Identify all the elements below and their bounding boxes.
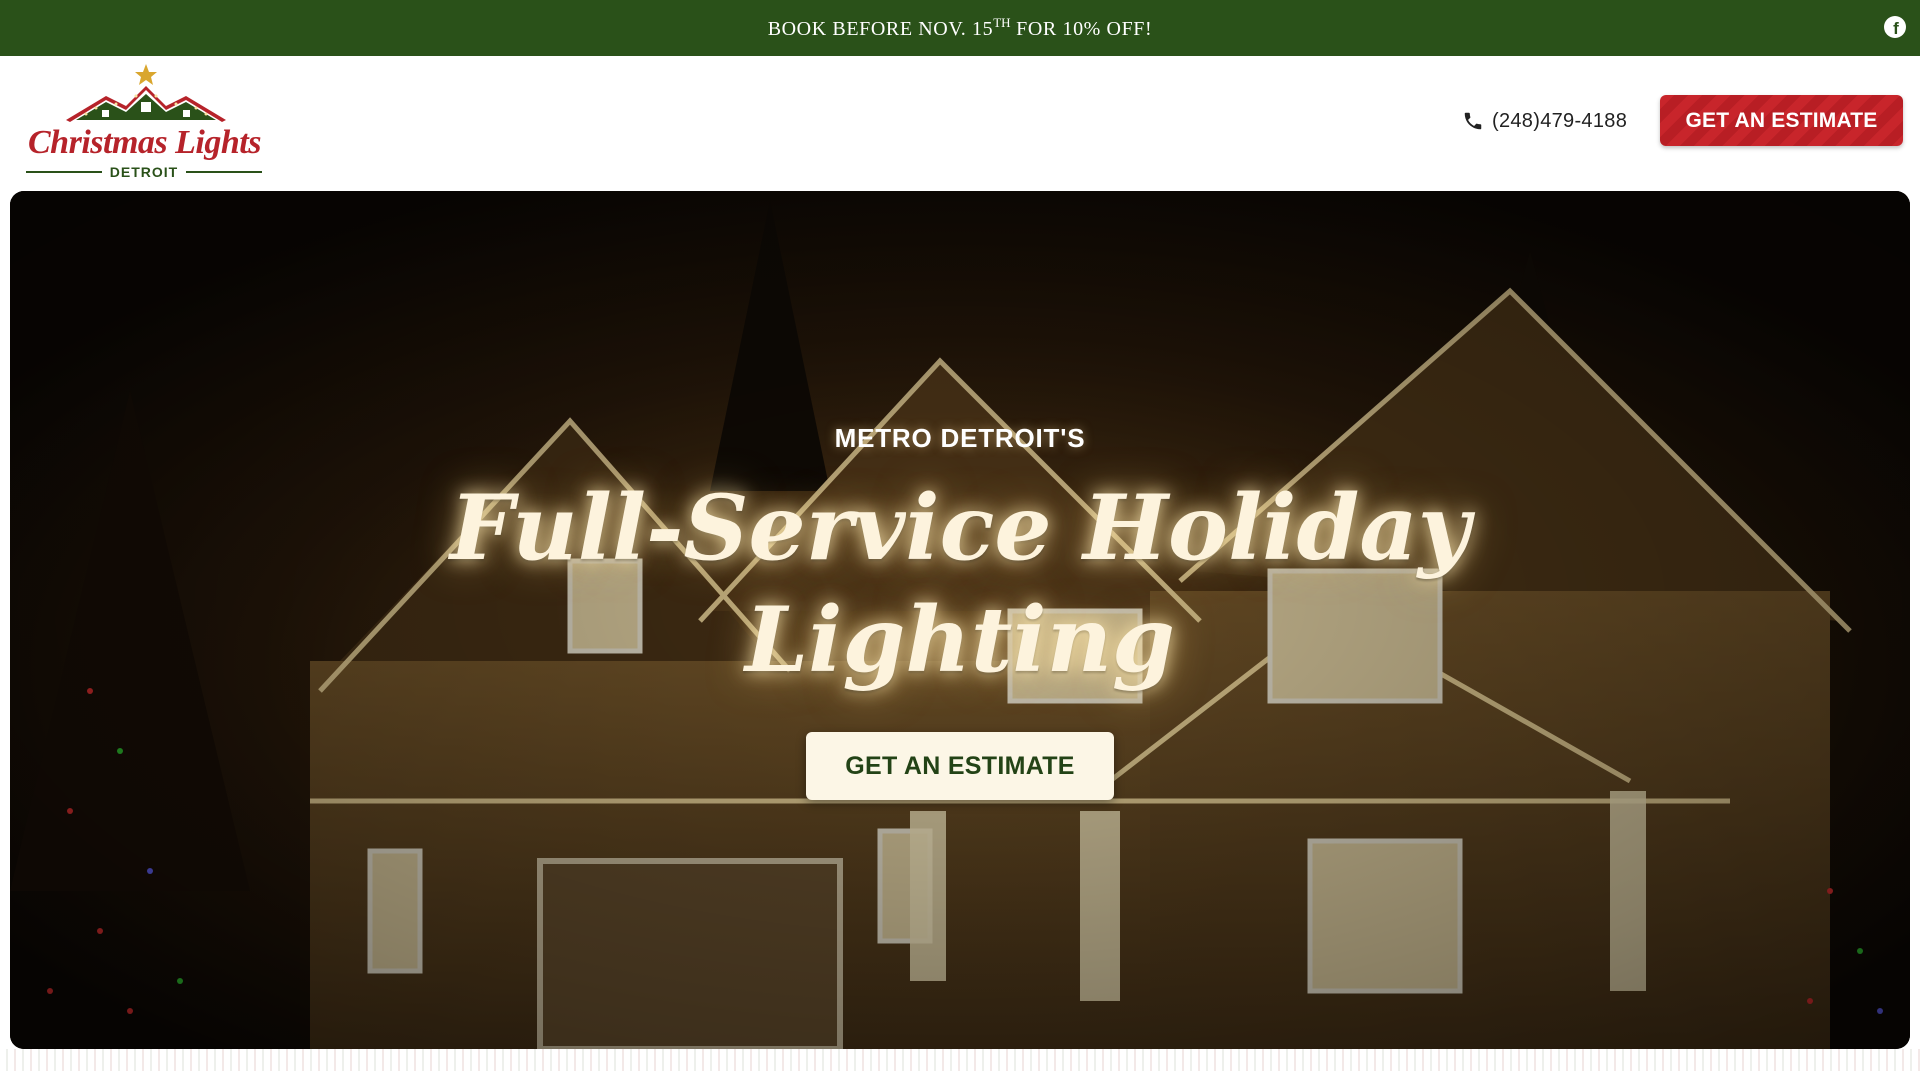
- logo-rule-right: [186, 171, 263, 173]
- phone-link[interactable]: (248)479-4188: [1462, 108, 1627, 134]
- site-header: Christmas Lights DETROIT (248)479-4188 G…: [0, 56, 1920, 186]
- promo-bar: BOOK BEFORE NOV. 15TH FOR 10% OFF! f: [0, 0, 1920, 56]
- logo-city-text: DETROIT: [109, 164, 179, 180]
- hero-content: METRO DETROIT'S Full-Service Holiday Lig…: [10, 191, 1910, 1049]
- logo-house-icon: [66, 64, 226, 122]
- logo-city: DETROIT: [26, 164, 263, 180]
- logo-wordmark: Christmas Lights: [28, 124, 261, 161]
- logo[interactable]: Christmas Lights DETROIT: [26, 62, 266, 182]
- promo-text-superscript: TH: [993, 15, 1011, 30]
- decorative-bottom-strip: [0, 1049, 1920, 1071]
- promo-text-rest: FOR 10% OFF!: [1010, 18, 1153, 40]
- logo-rule-left: [26, 171, 102, 173]
- hero-kicker: METRO DETROIT'S: [834, 423, 1086, 453]
- phone-icon: [1464, 112, 1482, 130]
- phone-number: (248)479-4188: [1492, 109, 1628, 132]
- promo-text-main: BOOK BEFORE NOV. 15: [767, 18, 994, 40]
- hero-title: Full-Service Holiday Lighting: [449, 475, 1470, 693]
- hero-estimate-button[interactable]: GET AN ESTIMATE: [806, 732, 1114, 800]
- header-estimate-button[interactable]: GET AN ESTIMATE: [1660, 95, 1903, 146]
- promo-text: BOOK BEFORE NOV. 15TH FOR 10% OFF!: [768, 15, 1153, 41]
- hero-section: METRO DETROIT'S Full-Service Holiday Lig…: [10, 191, 1910, 1049]
- facebook-icon[interactable]: f: [1884, 16, 1906, 38]
